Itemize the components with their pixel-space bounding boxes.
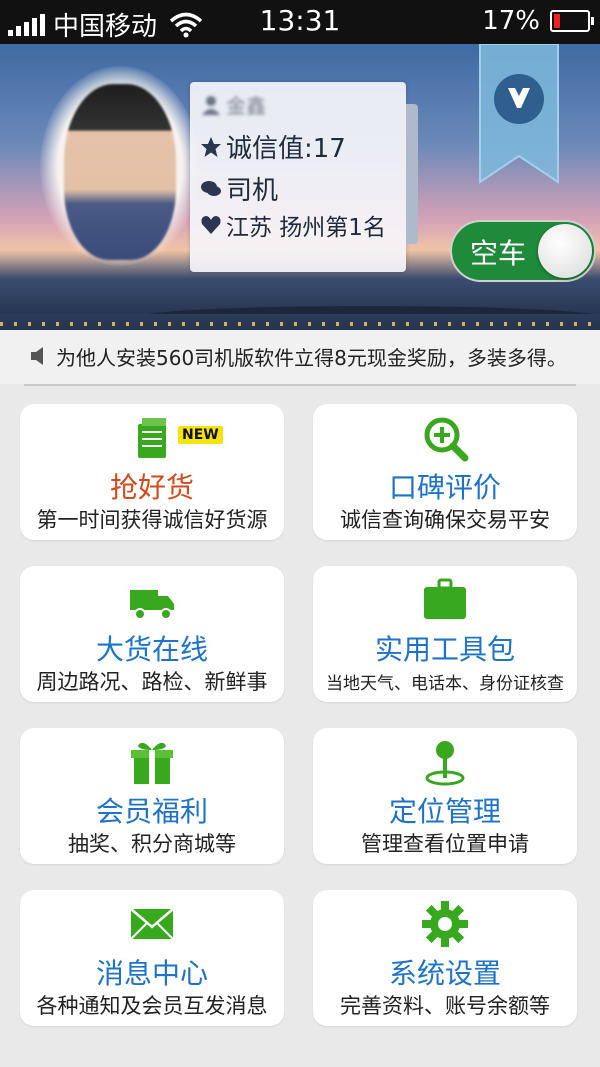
tile-subtitle: 第一时间获得诚信好货源 [36,508,268,532]
verified-ribbon-icon[interactable] [478,44,560,184]
vacancy-toggle[interactable]: 空车 [450,220,596,282]
truck-icon [130,590,174,620]
integrity-score: 诚信值:17 [226,134,346,164]
driver-ranking: 江苏 扬州第1名 [226,215,386,241]
tile-location[interactable]: 定位管理 管理查看位置申请 [313,728,577,864]
tile-grab-cargo[interactable]: NEW 抢好货 第一时间获得诚信好货源 [20,404,284,540]
promo-notice[interactable]: 为他人安装560司机版软件立得8元现金奖励，多装多得。 [0,330,600,384]
driver-name: 金鑫 [226,94,266,118]
tile-member-benefits[interactable]: 会员福利 抽奖、积分商城等 [20,728,284,864]
battery-percent: 17% [482,6,540,36]
star-icon [201,136,221,157]
person-icon [202,95,220,115]
tile-subtitle: 周边路况、路检、新鲜事 [36,670,268,694]
tile-subtitle: 各种通知及会员互发消息 [36,994,268,1018]
avatar[interactable] [64,84,176,260]
integrity-score-row: 诚信值:17 [200,128,346,165]
tile-subtitle: 抽奖、积分商城等 [68,832,236,856]
card-tab [406,104,418,244]
tile-subtitle: 管理查看位置申请 [361,832,529,856]
promo-notice-text: 为他人安装560司机版软件立得8元现金奖励，多装多得。 [56,346,567,370]
tile-title: 口碑评价 [388,471,501,504]
location-pin-icon [425,741,465,786]
battery-level [554,14,561,28]
document-stack-icon [138,418,166,458]
tile-messages[interactable]: 消息中心 各种通知及会员互发消息 [20,890,284,1026]
briefcase-icon [424,578,466,619]
tile-truck-online[interactable]: 大货在线 周边路况、路检、新鲜事 [20,566,284,702]
tile-subtitle: 完善资料、账号余额等 [340,994,550,1018]
chat-icon [201,180,221,196]
tile-reputation[interactable]: 口碑评价 诚信查询确保交易平安 [313,404,577,540]
divider [24,384,576,386]
profile-card: 金鑫 诚信值:17 司机 江苏 扬州第1名 [190,82,418,272]
gear-icon [422,901,468,947]
tile-subtitle: 诚信查询确保交易平安 [340,508,550,532]
heart-icon [201,216,221,234]
new-badge: NEW [178,426,223,444]
gift-icon [131,742,173,784]
banner-lights [0,322,600,326]
tile-title: 消息中心 [95,957,208,990]
tile-settings[interactable]: 系统设置 完善资料、账号余额等 [313,890,577,1026]
ranking-row: 江苏 扬州第1名 [200,208,386,242]
driver-name-row: 金鑫 [200,90,266,119]
magnify-plus-icon [424,417,469,462]
status-bar: 中国移动 13:31 17% [0,0,600,44]
battery-icon [550,10,594,32]
tile-toolkit[interactable]: 实用工具包 当地天气、电话本、身份证核查 [313,566,577,702]
speaker-icon [31,347,43,365]
envelope-icon [130,908,174,940]
tile-title: 会员福利 [95,795,208,828]
tile-title: 实用工具包 [374,633,515,666]
role-row: 司机 [200,170,278,207]
toggle-knob[interactable] [538,224,592,278]
tile-title: 抢好货 [109,471,194,504]
tile-title: 系统设置 [388,957,501,990]
tile-title: 大货在线 [95,633,208,666]
driver-role: 司机 [226,176,279,206]
vacancy-toggle-label: 空车 [470,237,527,270]
tile-subtitle: 当地天气、电话本、身份证核查 [326,674,564,694]
tile-title: 定位管理 [388,795,501,828]
